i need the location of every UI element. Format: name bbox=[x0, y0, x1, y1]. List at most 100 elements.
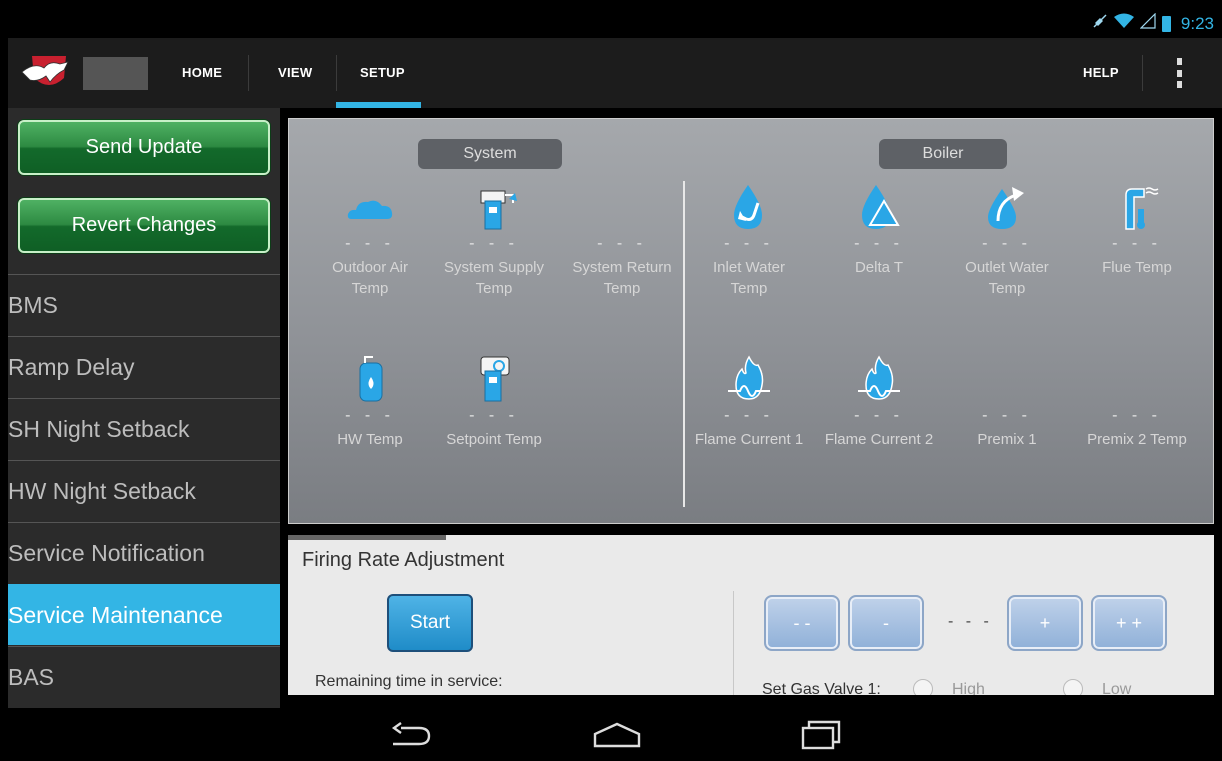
sensor-value: - - - bbox=[982, 407, 1032, 424]
outlet-drop-icon bbox=[988, 187, 1024, 229]
gas-valve-high-label: High bbox=[952, 681, 985, 695]
sensor-premix-1[interactable]: - - - Premix 1 bbox=[952, 353, 1062, 450]
recent-apps-icon[interactable] bbox=[801, 718, 843, 750]
sensor-value: - - - bbox=[1112, 235, 1162, 252]
sidebar-item-service-notification[interactable]: Service Notification bbox=[8, 522, 280, 583]
sensor-flame-current-1[interactable]: - - - Flame Current 1 bbox=[694, 353, 804, 450]
sensor-value: - - - bbox=[469, 235, 519, 252]
sensor-hw-temp[interactable]: - - - HW Temp bbox=[315, 353, 425, 450]
inlet-drop-icon bbox=[734, 185, 762, 229]
sensor-label: HW Temp bbox=[337, 431, 403, 448]
sensor-label: Outlet Water Temp bbox=[965, 259, 1049, 297]
battery-icon bbox=[1161, 15, 1171, 32]
wifi-icon bbox=[1113, 13, 1134, 34]
sensor-value: - - - bbox=[724, 407, 774, 424]
boiler-section-label: Boiler bbox=[879, 139, 1007, 169]
section-divider bbox=[683, 181, 685, 507]
flame-icon bbox=[858, 355, 900, 400]
signal-icon bbox=[1139, 12, 1156, 34]
sensor-setpoint-temp[interactable]: - - - Setpoint Temp bbox=[439, 353, 549, 450]
gas-valve-low-radio[interactable] bbox=[1063, 679, 1083, 695]
start-button[interactable]: Start bbox=[387, 594, 473, 652]
sensor-value: - - - bbox=[724, 235, 774, 252]
decrease-fast-button[interactable]: - - bbox=[764, 595, 840, 651]
sidebar-item-hw-night-setback[interactable]: HW Night Setback bbox=[8, 460, 280, 521]
firing-rate-progress-bar bbox=[288, 535, 446, 540]
sensor-label: Flue Temp bbox=[1102, 259, 1172, 276]
increase-button[interactable]: + bbox=[1007, 595, 1083, 651]
sensor-label: Setpoint Temp bbox=[446, 431, 542, 448]
app-logo bbox=[21, 56, 69, 85]
decrease-button[interactable]: - bbox=[848, 595, 924, 651]
help-separator bbox=[1142, 55, 1143, 91]
sensor-label: Premix 1 bbox=[977, 431, 1037, 448]
sidebar-item-service-maintenance[interactable]: Service Maintenance bbox=[8, 584, 280, 645]
sidebar: Send Update Revert Changes BMS Ramp Dela… bbox=[8, 108, 280, 708]
sensor-label: Delta T bbox=[854, 259, 904, 276]
tab-separator bbox=[336, 55, 337, 91]
sensor-label: Outdoor Air Temp bbox=[332, 259, 408, 297]
tab-separator bbox=[248, 55, 249, 91]
firing-rate-panel: Firing Rate Adjustment Start Remaining t… bbox=[288, 535, 1214, 695]
sensor-outdoor-air-temp[interactable]: - - - Outdoor Air Temp bbox=[315, 181, 425, 299]
sidebar-item-bms[interactable]: BMS bbox=[8, 274, 280, 335]
sensor-label: Flame Current 2 bbox=[824, 431, 934, 448]
action-bar: HOME VIEW SETUP HELP bbox=[8, 38, 1222, 108]
gas-valve-high-radio[interactable] bbox=[913, 679, 933, 695]
help-button[interactable]: HELP bbox=[1083, 38, 1119, 108]
tab-selected-indicator bbox=[336, 102, 421, 108]
sensor-system-return-temp[interactable]: - - - System Return Temp bbox=[567, 181, 677, 299]
sensor-system-supply-temp[interactable]: - - - System Supply Temp bbox=[439, 181, 549, 299]
system-nav-bar bbox=[8, 708, 1222, 761]
sensor-value: - - - bbox=[345, 235, 395, 252]
increase-fast-button[interactable]: + + bbox=[1091, 595, 1167, 651]
send-update-button[interactable]: Send Update bbox=[18, 120, 270, 175]
sensor-value: - - - bbox=[469, 407, 519, 424]
brand-placeholder bbox=[83, 57, 148, 90]
tab-setup[interactable]: SETUP bbox=[360, 38, 405, 108]
firing-rate-divider bbox=[733, 591, 734, 695]
gas-valve-label: Set Gas Valve 1: bbox=[762, 681, 881, 695]
sensor-outlet-water-temp[interactable]: - - - Outlet Water Temp bbox=[952, 181, 1062, 299]
revert-changes-button[interactable]: Revert Changes bbox=[18, 198, 270, 253]
system-section-label: System bbox=[418, 139, 562, 169]
sensor-label: System Supply Temp bbox=[443, 259, 545, 297]
back-icon[interactable] bbox=[389, 722, 433, 748]
sensor-flame-current-2[interactable]: - - - Flame Current 2 bbox=[824, 353, 934, 450]
tab-home[interactable]: HOME bbox=[182, 38, 222, 108]
water-heater-icon bbox=[359, 356, 383, 402]
sensor-flue-temp[interactable]: - - - Flue Temp bbox=[1082, 181, 1192, 278]
sensor-value: - - - bbox=[854, 235, 904, 252]
sensor-inlet-water-temp[interactable]: - - - Inlet Water Temp bbox=[694, 181, 804, 299]
overflow-menu-icon[interactable] bbox=[1177, 58, 1185, 88]
clock: 9:23 bbox=[1180, 13, 1214, 33]
sensor-value: - - - bbox=[345, 407, 395, 424]
sensor-panel: System Boiler - - - Outdoor Air Temp - -… bbox=[288, 118, 1214, 524]
flue-icon bbox=[1125, 187, 1159, 230]
delta-drop-icon bbox=[862, 185, 900, 229]
cloud-icon bbox=[347, 200, 393, 219]
sidebar-item-ramp-delay[interactable]: Ramp Delay bbox=[8, 336, 280, 397]
setpoint-icon bbox=[480, 356, 510, 402]
flame-icon bbox=[728, 355, 770, 400]
firing-rate-value: - - - bbox=[948, 613, 993, 630]
sensor-value: - - - bbox=[854, 407, 904, 424]
tab-view[interactable]: VIEW bbox=[278, 38, 312, 108]
gas-valve-low-label: Low bbox=[1102, 681, 1132, 695]
firing-rate-title: Firing Rate Adjustment bbox=[302, 549, 505, 571]
sensor-premix-2-temp[interactable]: - - - Premix 2 Temp bbox=[1082, 353, 1192, 450]
sensor-label: Flame Current 1 bbox=[694, 431, 804, 448]
sidebar-item-sh-night-setback[interactable]: SH Night Setback bbox=[8, 398, 280, 459]
supply-pipe-icon bbox=[480, 190, 517, 230]
status-bar: 9:23 bbox=[8, 8, 1222, 38]
sensor-label: Premix 2 Temp bbox=[1087, 431, 1187, 448]
remaining-time-label: Remaining time in service: bbox=[315, 673, 503, 690]
mute-icon bbox=[1092, 13, 1108, 34]
sidebar-item-bas[interactable]: BAS bbox=[8, 646, 280, 707]
sensor-value: - - - bbox=[597, 235, 647, 252]
sensor-label: Inlet Water Temp bbox=[713, 259, 785, 297]
sensor-value: - - - bbox=[982, 235, 1032, 252]
sensor-label: System Return Temp bbox=[572, 259, 672, 297]
sensor-delta-t[interactable]: - - - Delta T bbox=[824, 181, 934, 278]
home-icon[interactable] bbox=[592, 720, 642, 750]
